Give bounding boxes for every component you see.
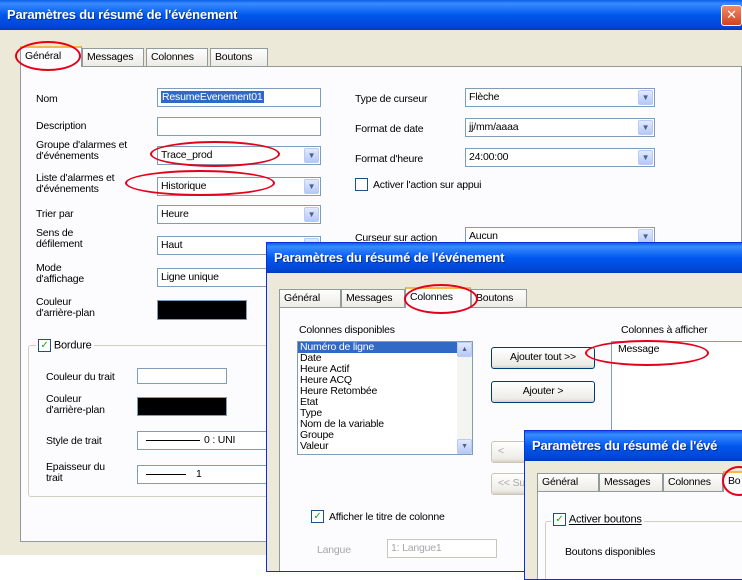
line-width-preview (146, 474, 186, 475)
border-background-color-swatch[interactable] (137, 397, 227, 416)
format-date-label: Format de date (355, 123, 424, 135)
tab-colonnes[interactable]: Colonnes (146, 48, 208, 66)
nom-label: Nom (36, 93, 58, 105)
ajouter-tout-button[interactable]: Ajouter tout >> (491, 347, 595, 369)
list-item[interactable]: Etat (298, 397, 472, 408)
type-curseur-value: Flèche (469, 91, 500, 103)
chevron-down-icon[interactable]: ▼ (304, 207, 319, 222)
mode-label: Mode d'affichage (36, 262, 85, 285)
window-title: Paramètres du résumé de l'évé (532, 438, 718, 453)
couleur-ap-label: Couleur d'arrière-plan (36, 296, 95, 319)
tab-boutons[interactable]: Bo (723, 471, 742, 492)
tab-strip: Général Messages Colonnes Boutons (279, 287, 549, 308)
description-field[interactable] (157, 117, 321, 136)
mode-value: Ligne unique (161, 271, 219, 283)
list-item[interactable]: Heure Retombée (298, 386, 472, 397)
type-curseur-label: Type de curseur (355, 93, 428, 105)
scrollbar[interactable]: ▲ ▼ (457, 342, 472, 454)
style-trait-label: Style de trait (46, 435, 102, 447)
chevron-down-icon[interactable]: ▼ (304, 179, 319, 194)
boutons-disponibles-label: Boutons disponibles (565, 546, 656, 558)
line-width-value: 1 (196, 468, 202, 480)
afficher-titre-checkbox[interactable]: ✓ (311, 510, 324, 523)
sens-label: Sens de défilement (36, 227, 83, 250)
chevron-down-icon[interactable]: ▼ (304, 148, 319, 163)
chevron-down-icon[interactable]: ▼ (638, 120, 653, 135)
format-heure-label: Format d'heure (355, 153, 424, 165)
chevron-down-icon[interactable]: ▼ (638, 90, 653, 105)
liste-label: Liste d'alarmes et d'événements (36, 172, 115, 195)
format-heure-value: 24:00:00 (469, 151, 509, 163)
tab-messages[interactable]: Messages (341, 289, 405, 307)
tab-messages[interactable]: Messages (82, 48, 144, 66)
tab-boutons[interactable]: Boutons (471, 289, 527, 307)
activer-boutons-checkbox[interactable]: ✓ (553, 513, 566, 526)
window-title: Paramètres du résumé de l'événement (7, 7, 238, 22)
line-color-swatch[interactable] (137, 368, 227, 384)
window-title-bar[interactable]: Paramètres du résumé de l'évé (525, 431, 742, 461)
tab-colonnes[interactable]: Colonnes (405, 287, 471, 308)
ajouter-button[interactable]: Ajouter > (491, 381, 595, 403)
format-heure-select[interactable]: 24:00:00 ▼ (465, 148, 655, 167)
tab-general[interactable]: Général (537, 473, 599, 491)
format-date-select[interactable]: jj/mm/aaaa ▼ (465, 118, 655, 137)
description-label: Description (36, 120, 87, 132)
groupe-select[interactable]: Trace_prod ▼ (157, 146, 321, 165)
groupe-value: Trace_prod (161, 149, 213, 161)
line-width-select[interactable]: 1 (137, 465, 277, 484)
colonnes-disponibles-list[interactable]: Numéro de ligne Date Heure Actif Heure A… (297, 341, 473, 455)
epaisseur-label: Epaisseur du trait (46, 461, 105, 484)
tab-messages[interactable]: Messages (599, 473, 663, 491)
tab-boutons[interactable]: Boutons (210, 48, 268, 66)
scroll-up-icon[interactable]: ▲ (457, 342, 472, 357)
line-style-value: 0 : UNI (204, 434, 236, 446)
nom-value: ResumeEvenement01 (161, 91, 264, 103)
sens-value: Haut (161, 239, 183, 251)
list-item[interactable]: Valeur (298, 441, 472, 452)
trier-label: Trier par (36, 208, 74, 220)
line-style-select[interactable]: 0 : UNI (137, 431, 277, 450)
tab-general[interactable]: Général (279, 289, 341, 307)
bordure-title: Bordure (53, 339, 92, 352)
langue-value: 1: Langue1 (391, 542, 442, 554)
activer-action-checkbox[interactable] (355, 178, 368, 191)
bordure-group-title: ✓ Bordure (36, 339, 94, 352)
scroll-down-icon[interactable]: ▼ (457, 439, 472, 454)
liste-value: Historique (161, 180, 207, 192)
groupe-label: Groupe d'alarmes et d'événements (36, 139, 128, 162)
colonnes-afficher-label: Colonnes à afficher (621, 324, 708, 336)
close-icon[interactable]: ✕ (721, 5, 742, 26)
couleur-trait-label: Couleur du trait (46, 371, 115, 383)
activer-boutons-label: Activer boutons (568, 513, 642, 526)
line-style-preview (146, 440, 200, 441)
background-color-swatch[interactable] (157, 300, 247, 320)
chevron-down-icon[interactable]: ▼ (638, 150, 653, 165)
tab-strip: Général Messages Colonnes Boutons (20, 46, 280, 67)
afficher-titre-label: Afficher le titre de colonne (329, 511, 445, 523)
bordure-checkbox[interactable]: ✓ (38, 339, 51, 352)
window-title-bar[interactable]: Paramètres du résumé de l'événement (267, 243, 742, 273)
trier-select[interactable]: Heure ▼ (157, 205, 321, 224)
list-item[interactable]: Message (612, 344, 742, 355)
settings-window-boutons: Paramètres du résumé de l'évé Général Me… (524, 430, 742, 580)
window-title-bar[interactable]: Paramètres du résumé de l'événement (0, 0, 742, 30)
activer-action-label: Activer l'action sur appui (373, 179, 482, 191)
activer-boutons-title: ✓ Activer boutons (551, 513, 644, 526)
type-curseur-select[interactable]: Flèche ▼ (465, 88, 655, 107)
format-date-value: jj/mm/aaaa (469, 121, 519, 133)
langue-select[interactable]: 1: Langue1 (387, 539, 497, 558)
tab-general[interactable]: Général (20, 46, 82, 67)
colonnes-disponibles-label: Colonnes disponibles (299, 324, 395, 336)
langue-label: Langue (317, 544, 351, 556)
tab-strip: Général Messages Colonnes Bo (537, 471, 742, 492)
liste-select[interactable]: Historique ▼ (157, 177, 321, 196)
window-title: Paramètres du résumé de l'événement (274, 250, 505, 265)
curseur-action-value: Aucun (469, 230, 498, 242)
trier-value: Heure (161, 208, 189, 220)
bordure-couleur-ap-label: Couleur d'arrière-plan (46, 393, 105, 416)
list-item[interactable]: Numéro de ligne (298, 342, 472, 353)
tab-colonnes[interactable]: Colonnes (663, 473, 723, 491)
nom-field[interactable]: ResumeEvenement01 (157, 88, 321, 107)
